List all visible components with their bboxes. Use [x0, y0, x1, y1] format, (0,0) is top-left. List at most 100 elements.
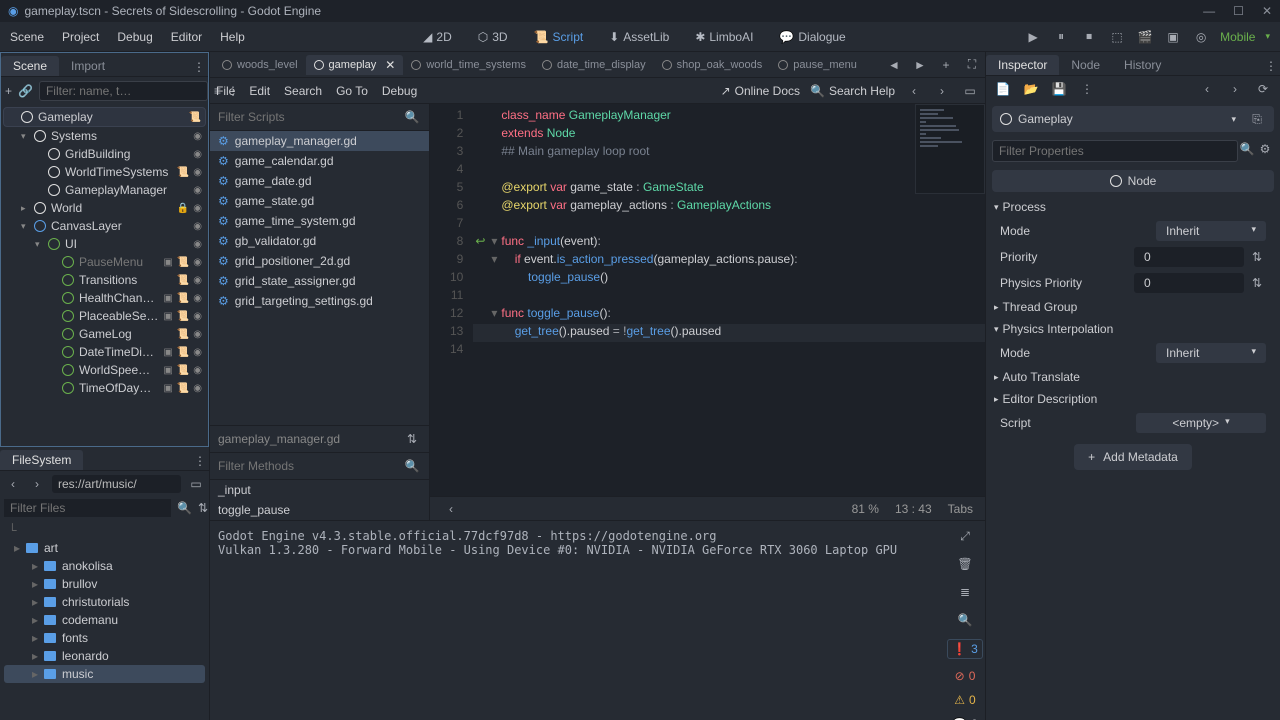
tab-next-icon[interactable]: ►: [911, 56, 929, 74]
fs-path[interactable]: res://art/music/: [52, 475, 181, 493]
visibility-icon[interactable]: ◉: [193, 221, 202, 232]
play-scene-icon[interactable]: ▣: [1164, 28, 1182, 46]
section-thread-group[interactable]: ▸Thread Group: [986, 296, 1280, 318]
fs-folder-brullov[interactable]: ▸brullov: [4, 575, 205, 593]
script-item-grid_targeting_settings[interactable]: ⚙grid_targeting_settings.gd: [210, 291, 429, 311]
stop-icon[interactable]: ⏹: [1080, 28, 1098, 46]
add-node-icon[interactable]: +: [5, 82, 12, 100]
script-menu-file[interactable]: File: [216, 84, 235, 98]
fold-icon[interactable]: ▾: [487, 306, 501, 320]
visibility-icon[interactable]: ◉: [193, 329, 202, 340]
method-toggle_pause[interactable]: toggle_pause: [210, 500, 429, 520]
inspector-class-button[interactable]: Node: [992, 170, 1274, 192]
tab-history[interactable]: History: [1112, 55, 1173, 75]
script-nav-back-icon[interactable]: ‹: [442, 500, 460, 518]
script-tab-date_time_display[interactable]: date_time_display: [534, 55, 654, 75]
add-metadata-button[interactable]: +Add Metadata: [1074, 444, 1192, 470]
scene-node-systems[interactable]: ▾Systems◉: [3, 127, 206, 145]
visibility-icon[interactable]: ◉: [193, 275, 202, 286]
nav-back-icon[interactable]: ‹: [4, 475, 22, 493]
script-tab-woods_level[interactable]: woods_level: [214, 55, 306, 75]
prop-priority-field[interactable]: 0: [1134, 247, 1244, 267]
output-list-icon[interactable]: ≣: [956, 583, 974, 601]
instance-icon[interactable]: ▣: [163, 383, 172, 394]
scene-node-healthchan[interactable]: HealthChan…▣📜◉: [3, 289, 206, 307]
tab-add-icon[interactable]: +: [937, 56, 955, 74]
script-tab-world_time_systems[interactable]: world_time_systems: [403, 55, 534, 75]
script-tab-gameplay[interactable]: gameplay ✕: [306, 55, 404, 75]
zoom-level[interactable]: 81 %: [852, 502, 879, 516]
tab-import[interactable]: Import: [59, 56, 117, 76]
camera-icon[interactable]: ◎: [1192, 28, 1210, 46]
search-help-link[interactable]: 🔍Search Help: [810, 84, 895, 98]
script-item-game_state[interactable]: ⚙game_state.gd: [210, 191, 429, 211]
scene-node-pausemenu[interactable]: PauseMenu▣📜◉: [3, 253, 206, 271]
visibility-icon[interactable]: ◉: [193, 347, 202, 358]
workspace-2d[interactable]: ◢ 2D: [417, 26, 458, 48]
script-icon[interactable]: 📜: [177, 167, 189, 178]
new-resource-icon[interactable]: 📄: [994, 80, 1012, 98]
script-item-gb_validator[interactable]: ⚙gb_validator.gd: [210, 231, 429, 251]
visibility-icon[interactable]: ◉: [193, 293, 202, 304]
code-editor[interactable]: 1234567891011121314 class_name GameplayM…: [430, 104, 985, 520]
instance-icon[interactable]: ▣: [163, 365, 172, 376]
fs-folder-anokolisa[interactable]: ▸anokolisa: [4, 557, 205, 575]
scene-node-transitions[interactable]: Transitions📜◉: [3, 271, 206, 289]
inspector-more-icon[interactable]: ⋮: [1078, 80, 1096, 98]
fs-filter-input[interactable]: [4, 499, 171, 517]
output-expand-icon[interactable]: ⤢: [956, 527, 974, 545]
script-fwd-icon[interactable]: ›: [933, 82, 951, 100]
scene-node-timeofday[interactable]: TimeOfDay…▣📜◉: [3, 379, 206, 397]
tab-filesystem[interactable]: FileSystem: [0, 450, 83, 470]
visibility-icon[interactable]: ◉: [193, 167, 202, 178]
visibility-icon[interactable]: ◉: [193, 203, 202, 214]
inspector-settings-icon[interactable]: ⚙: [1256, 140, 1274, 158]
history-back-icon[interactable]: ‹: [1198, 80, 1216, 98]
section-auto-translate[interactable]: ▸Auto Translate: [986, 366, 1280, 388]
distraction-free-icon[interactable]: ⛶: [963, 56, 981, 74]
script-menu-debug[interactable]: Debug: [382, 84, 417, 98]
play-icon[interactable]: ▶: [1024, 28, 1042, 46]
scene-node-ui[interactable]: ▾UI◉: [3, 235, 206, 253]
warning-count[interactable]: ⚠0: [954, 693, 975, 707]
script-sort-icon[interactable]: ⇅: [403, 430, 421, 448]
filter-scripts-search-icon[interactable]: 🔍: [403, 108, 421, 126]
workspace-assetlib[interactable]: ⬇ AssetLib: [603, 26, 675, 48]
fs-folder-art[interactable]: ▸art: [4, 539, 205, 557]
script-icon[interactable]: 📜: [177, 365, 189, 376]
visibility-icon[interactable]: ◉: [193, 149, 202, 160]
pause-icon[interactable]: ⏸: [1052, 28, 1070, 46]
script-icon[interactable]: 📜: [189, 112, 201, 123]
method-_input[interactable]: _input: [210, 480, 429, 500]
script-icon[interactable]: 📜: [177, 293, 189, 304]
error-count[interactable]: ⊘0: [955, 669, 976, 683]
fs-menu-icon[interactable]: ⋮: [191, 452, 209, 470]
scene-node-canvaslayer[interactable]: ▾CanvasLayer◉: [3, 217, 206, 235]
script-tab-shop_oak_woods[interactable]: shop_oak_woods: [654, 55, 771, 75]
workspace-script[interactable]: 📜 Script: [528, 26, 590, 48]
menu-scene[interactable]: Scene: [10, 30, 44, 44]
visibility-icon[interactable]: ◉: [193, 185, 202, 196]
inspector-object[interactable]: Gameplay ▾ ⎘: [992, 106, 1274, 132]
movie-icon[interactable]: 🎬: [1136, 28, 1154, 46]
script-icon[interactable]: 📜: [177, 257, 189, 268]
remote-icon[interactable]: ⬚: [1108, 28, 1126, 46]
visibility-icon[interactable]: ◉: [193, 383, 202, 394]
section-editor-description[interactable]: ▸Editor Description: [986, 388, 1280, 410]
prop-interp-mode-dropdown[interactable]: Inherit▾: [1156, 343, 1266, 363]
fs-split-icon[interactable]: ▭: [187, 475, 205, 493]
visibility-icon[interactable]: ◉: [193, 257, 202, 268]
script-menu-search[interactable]: Search: [284, 84, 322, 98]
script-back-icon[interactable]: ‹: [905, 82, 923, 100]
script-tab-pause_menu[interactable]: pause_menu: [770, 55, 865, 75]
fs-folder-christutorials[interactable]: ▸christutorials: [4, 593, 205, 611]
scene-node-world[interactable]: ▸World🔒◉: [3, 199, 206, 217]
scene-node-worldspee[interactable]: WorldSpee…▣📜◉: [3, 361, 206, 379]
workspace-limboai[interactable]: ✱ LimboAI: [689, 26, 759, 48]
scene-filter-input[interactable]: [39, 81, 208, 101]
fs-folder-fonts[interactable]: ▸fonts: [4, 629, 205, 647]
script-item-game_date[interactable]: ⚙game_date.gd: [210, 171, 429, 191]
tab-prev-icon[interactable]: ◄: [885, 56, 903, 74]
fs-folder-music[interactable]: ▸music: [4, 665, 205, 683]
instance-icon[interactable]: ▣: [163, 293, 172, 304]
